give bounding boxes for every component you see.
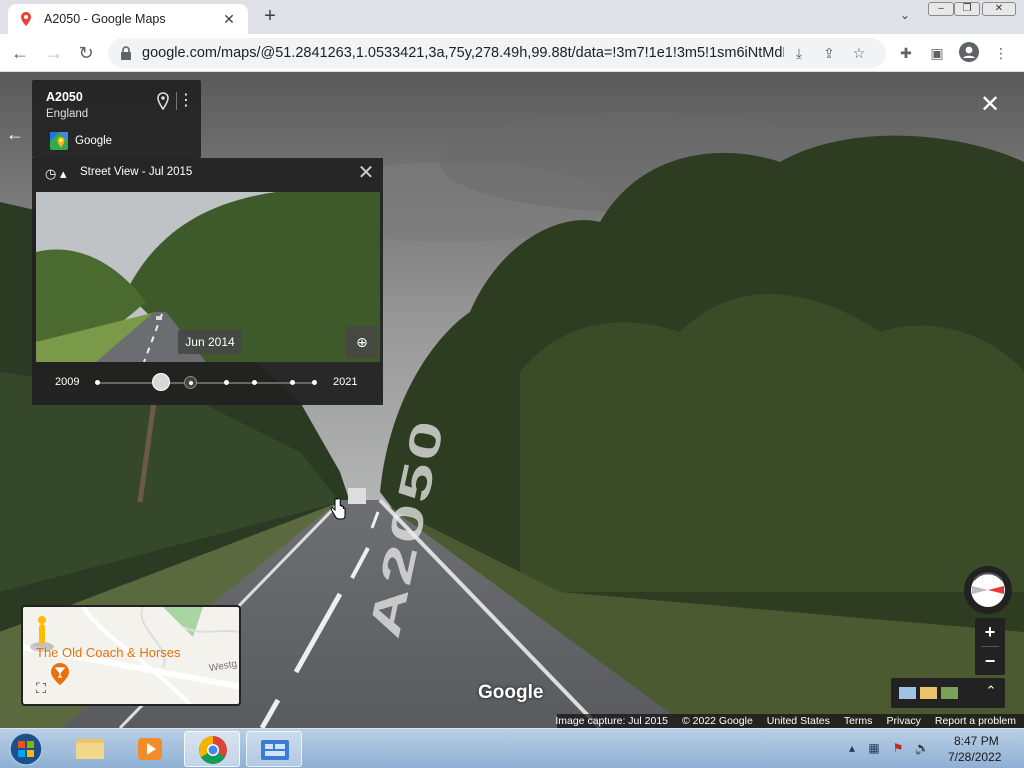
taskbar-clock-time[interactable]: 8:47 PM [954, 734, 999, 748]
history-clock-icon[interactable]: ◷ ▴ [45, 166, 69, 182]
show-hidden-icons-icon[interactable]: ▴ [844, 741, 860, 757]
zoom-control: + − [975, 618, 1005, 675]
slider-tick[interactable] [252, 380, 257, 385]
volume-icon[interactable]: 🔈 [914, 741, 930, 757]
zoom-in-button[interactable]: + [975, 618, 1005, 646]
minimap[interactable]: The Old Coach & Horses Westg ⛶ [21, 605, 241, 706]
expand-layers-icon[interactable]: ⌃ [981, 683, 1001, 699]
tab-close-icon[interactable]: ✕ [220, 11, 238, 28]
slider-tick[interactable] [95, 380, 100, 385]
tab-title: A2050 - Google Maps [44, 12, 166, 26]
new-tab-button[interactable]: + [258, 6, 282, 28]
country-link[interactable]: United States [767, 715, 830, 727]
install-app-icon[interactable]: ⤓ [784, 45, 814, 62]
profile-avatar-icon[interactable] [958, 42, 980, 64]
window-minimize-button[interactable]: – [928, 2, 954, 16]
windows-taskbar: ▴ ▦ ⚑ 🔈 8:47 PM 7/28/2022 [0, 728, 1024, 768]
slider-tick[interactable] [312, 380, 317, 385]
year-slider[interactable]: 2009 2021 [32, 370, 383, 396]
action-center-icon[interactable]: ⚑ [890, 741, 906, 757]
url-text: google.com/maps/@51.2841263,1.0533421,3a… [142, 45, 784, 61]
back-button[interactable]: ← [8, 41, 32, 65]
google-watermark: Google [478, 682, 544, 703]
tab-search-icon[interactable]: ⌄ [895, 8, 915, 26]
lock-icon [121, 46, 131, 60]
window-restore-button[interactable]: ❐ [954, 2, 980, 16]
map-footer: Image capture: Jul 2015 © 2022 Google Un… [555, 714, 1024, 728]
taskbar-file-explorer-icon[interactable] [62, 731, 118, 767]
compass-rotate-control[interactable] [964, 566, 1012, 614]
expand-minimap-icon[interactable]: ⛶ [31, 680, 51, 700]
network-icon[interactable]: ▦ [866, 741, 882, 757]
share-icon[interactable]: ⇪ [814, 45, 844, 62]
slider-tick[interactable] [224, 380, 229, 385]
maps-favicon-icon [21, 12, 31, 26]
zoom-out-button[interactable]: − [975, 647, 1005, 675]
bar-marker-icon[interactable] [51, 663, 69, 685]
start-button-icon[interactable] [6, 731, 46, 767]
forward-button[interactable]: → [42, 41, 66, 65]
taskbar-clock-date[interactable]: 7/28/2022 [948, 750, 1001, 764]
time-travel-header[interactable]: ◷ ▴ Street View - Jul 2015 ✕ [32, 158, 383, 188]
google-maps-logo-icon [50, 132, 68, 150]
terrain-thumbnail-icon[interactable] [920, 687, 937, 699]
slider-track[interactable] [96, 382, 316, 384]
extensions-puzzle-icon[interactable]: ✚ [895, 42, 917, 64]
browser-tab-bar: A2050 - Google Maps ✕ + ⌄ – ❐ ✕ [0, 0, 1024, 34]
more-options-icon[interactable]: ⋮ [178, 90, 194, 110]
place-info-card: A2050 England ⋮ Google [32, 80, 201, 158]
slider-thumb[interactable] [152, 373, 170, 391]
privacy-link[interactable]: Privacy [886, 715, 920, 727]
reload-button[interactable]: ↻ [74, 41, 98, 65]
satellite-thumbnail-icon[interactable] [941, 687, 958, 699]
historic-imagery-preview[interactable]: Jun 2014 ⊕ [36, 192, 380, 362]
bookmark-star-icon[interactable]: ☆ [844, 45, 874, 62]
street-view-canvas[interactable]: A2050 ✕ ← A2050 England ⋮ Google ◷ ▴ Str… [0, 72, 1024, 728]
road-name: A2050 [46, 90, 83, 104]
slider-end-year: 2021 [333, 376, 358, 388]
image-capture-date: Image capture: Jul 2015 [555, 715, 668, 727]
close-street-view-button[interactable]: ✕ [978, 93, 1002, 118]
back-to-map-button[interactable]: ← [6, 124, 26, 144]
layers-thumbnails[interactable]: ⌃ [891, 678, 1005, 708]
time-travel-title: Street View - Jul 2015 [80, 166, 193, 178]
map-thumbnail-icon[interactable] [899, 687, 916, 699]
taskbar-chrome-icon[interactable] [184, 731, 240, 767]
close-time-travel-button[interactable]: ✕ [355, 163, 377, 185]
preview-date-chip: Jun 2014 [178, 330, 242, 354]
zoom-in-preview-icon[interactable]: ⊕ [346, 326, 378, 358]
hand-cursor-icon [330, 498, 346, 520]
side-panel-icon[interactable]: ▣ [926, 42, 948, 64]
location-pin-icon[interactable] [156, 92, 170, 110]
minimap-place-label[interactable]: The Old Coach & Horses [36, 645, 181, 660]
copyright-text: © 2022 Google [682, 715, 753, 727]
report-problem-link[interactable]: Report a problem [935, 715, 1016, 727]
taskbar-control-panel-icon[interactable] [246, 731, 302, 767]
taskbar-media-player-icon[interactable] [122, 731, 178, 767]
address-bar[interactable]: google.com/maps/@51.2841263,1.0533421,3a… [108, 38, 886, 68]
browser-tab[interactable]: A2050 - Google Maps ✕ [8, 4, 248, 34]
imagery-provider: Google [75, 135, 113, 147]
region-name: England [46, 108, 89, 120]
terms-link[interactable]: Terms [844, 715, 873, 727]
window-close-button[interactable]: ✕ [982, 2, 1016, 16]
time-travel-panel: ◷ ▴ Street View - Jul 2015 ✕ Jun 2014 ⊕ … [32, 158, 383, 405]
browser-toolbar: ← → ↻ google.com/maps/@51.2841263,1.0533… [0, 34, 1024, 72]
slider-tick[interactable] [290, 380, 295, 385]
slider-start-year: 2009 [55, 376, 80, 388]
current-year-marker[interactable] [184, 376, 197, 389]
browser-menu-icon[interactable]: ⋮ [990, 42, 1012, 64]
card-divider [176, 92, 177, 110]
